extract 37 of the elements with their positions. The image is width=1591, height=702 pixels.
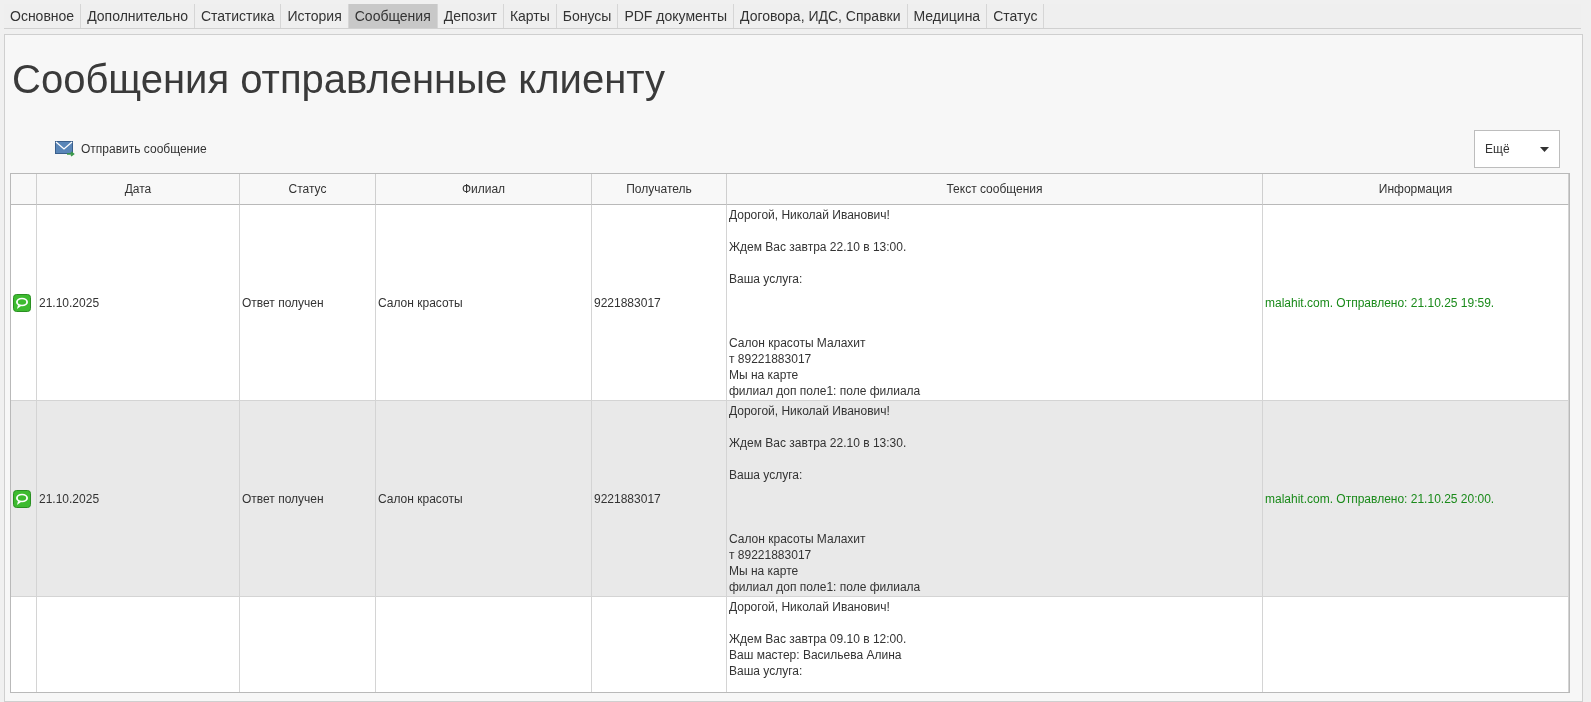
tab[interactable]: Статистика [194,4,282,28]
tab[interactable]: Договора, ИДС, Справки [734,4,908,28]
info-text: malahit.com. Отправлено: 21.10.25 20:00. [1265,491,1495,506]
table-cell: Салон красоты [378,295,463,310]
tab[interactable]: Бонусы [556,4,619,28]
column-header[interactable]: Дата [37,174,240,205]
tab[interactable]: Сообщения [348,4,438,28]
table-cell: 9221883017 [594,295,661,310]
send-message-button[interactable]: Отправить сообщение [53,138,209,160]
message-text: Дорогой, Николай Иванович! Ждем Вас завтра 22.10 в 13:00. Ваша услуга: Салон красоты Малахит т 89221883017 Мы на карте филиал доп поле1: поле филиала [729,207,921,400]
column-header[interactable]: Филиал [376,174,592,205]
column-header[interactable]: Статус [240,174,376,205]
tab[interactable]: История [281,4,349,28]
caret-icon [1540,146,1549,152]
tab[interactable]: Депозит [437,4,504,28]
chat-bubble-icon [13,489,31,508]
info-text: malahit.com. Отправлено: 21.10.25 19:59. [1265,295,1495,310]
tab[interactable]: Карты [503,4,557,28]
more-dropdown[interactable]: Ещё [1474,130,1560,168]
table-cell: 9221883017 [594,491,661,506]
tab[interactable]: Статус [987,4,1045,28]
table-cell: 21.10.2025 [39,295,100,310]
envelope-icon [55,140,75,158]
tab[interactable]: Дополнительно [81,4,195,28]
tab[interactable]: Медицина [907,4,988,28]
column-header[interactable]: Текст сообщения [727,174,1263,205]
table-cell: Ответ получен [242,491,324,506]
table-cell: 21.10.2025 [39,491,100,506]
column-header[interactable]: Получатель [592,174,727,205]
tab[interactable]: PDF документы [618,4,734,28]
message-text: Дорогой, Николай Иванович! Ждем Вас завтра 09.10 в 12:00. Ваш мастер: Васильева Алина Ваша услуга: [729,599,907,680]
table-cell: Ответ получен [242,295,324,310]
page-title: Сообщения отправленные клиенту [12,56,665,103]
table-cell: Салон красоты [378,491,463,506]
message-text: Дорогой, Николай Иванович! Ждем Вас завтра 22.10 в 13:30. Ваша услуга: Салон красоты Малахит т 89221883017 Мы на карте филиал доп поле1: поле филиала [729,403,921,596]
tab[interactable]: Основное [4,4,82,28]
column-header[interactable]: Информация [1263,174,1569,205]
